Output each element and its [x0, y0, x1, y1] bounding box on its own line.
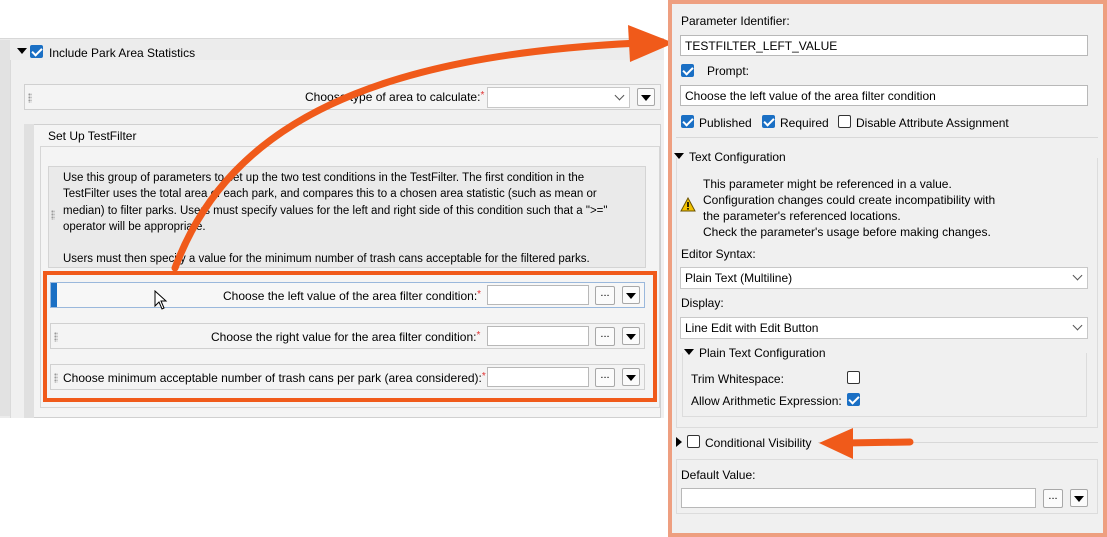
display-combo[interactable]: Line Edit with Edit Button: [680, 317, 1088, 339]
highlight-box: [43, 271, 657, 402]
disable-attr-label: Disable Attribute Assignment: [856, 116, 1009, 130]
required-label: Required: [780, 116, 829, 130]
trim-whitespace-checkbox[interactable]: [847, 371, 860, 384]
chevron-down-icon: [1072, 270, 1083, 281]
warning-line: Configuration changes could create incom…: [703, 193, 996, 207]
prompt-checkbox[interactable]: [681, 64, 694, 77]
conditional-visibility-expand-icon[interactable]: [676, 437, 682, 447]
prompt-label: Prompt:: [707, 64, 750, 78]
required-checkbox[interactable]: [762, 115, 775, 128]
editor-syntax-label: Editor Syntax:: [681, 247, 756, 261]
allow-arith-checkbox[interactable]: [847, 393, 860, 406]
warning-line: Check the parameter's usage before makin…: [703, 225, 991, 239]
mouse-cursor-icon: [154, 290, 168, 310]
warning-icon: [680, 197, 696, 212]
separator: [676, 137, 1098, 138]
warning-line: the parameter's referenced locations.: [703, 209, 901, 223]
allow-arith-label: Allow Arithmetic Expression:: [691, 394, 842, 408]
editor-syntax-value: Plain Text (Multiline): [685, 271, 793, 285]
editor-syntax-combo[interactable]: Plain Text (Multiline): [680, 267, 1088, 289]
default-value-input[interactable]: [681, 488, 1036, 508]
trim-whitespace-label: Trim Whitespace:: [691, 372, 784, 386]
published-checkbox[interactable]: [681, 115, 694, 128]
warning-line: This parameter might be referenced in a …: [703, 177, 952, 191]
default-value-menu-button[interactable]: [1070, 489, 1088, 507]
disable-attr-checkbox[interactable]: [838, 115, 851, 128]
prompt-input[interactable]: Choose the left value of the area filter…: [680, 85, 1088, 106]
conditional-visibility-checkbox[interactable]: [687, 435, 700, 448]
param-id-label: Parameter Identifier:: [681, 14, 790, 28]
chevron-down-icon: [1072, 320, 1083, 331]
curved-arrow-icon: [171, 25, 674, 272]
display-value: Line Edit with Edit Button: [685, 321, 819, 335]
conditional-visibility-label: Conditional Visibility: [705, 436, 812, 450]
warning-text: This parameter might be referenced in a …: [703, 176, 995, 240]
published-label: Published: [699, 116, 752, 130]
default-value-edit-button[interactable]: ...: [1043, 489, 1063, 508]
display-label: Display:: [681, 296, 724, 310]
param-id-input[interactable]: TESTFILTER_LEFT_VALUE: [680, 35, 1088, 56]
default-value-label: Default Value:: [681, 468, 756, 482]
